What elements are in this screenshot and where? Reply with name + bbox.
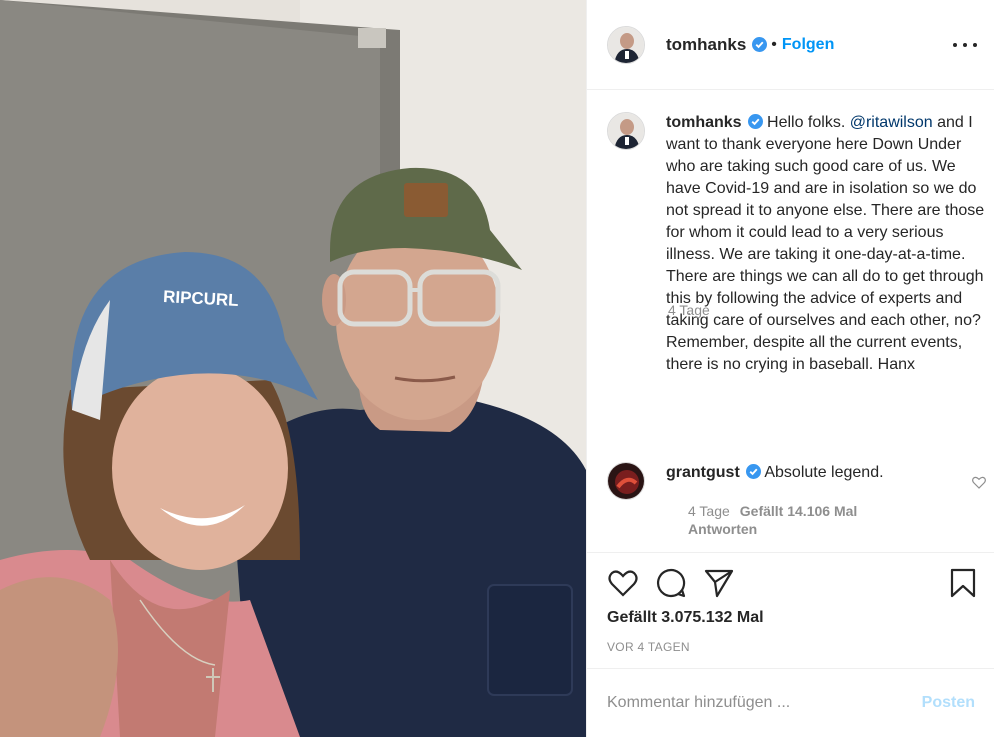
comment-text: grantgust Absolute legend. (666, 462, 884, 500)
comment-bubble-icon[interactable] (655, 567, 687, 599)
author-avatar[interactable] (607, 25, 645, 64)
caption-timestamp[interactable]: 4 Tage (668, 302, 710, 318)
comment-reply-button[interactable]: Antworten (688, 521, 757, 537)
verified-badge-icon (752, 37, 768, 52)
caption-body-rest: and I want to thank everyone here Down U… (666, 114, 985, 373)
commenter-username[interactable]: grantgust (666, 464, 740, 481)
follow-button[interactable]: Folgen (782, 36, 834, 54)
post-comment-button[interactable]: Posten (922, 694, 975, 712)
share-send-icon[interactable] (703, 567, 735, 599)
verified-badge-icon (747, 114, 763, 129)
comment-meta: 4 Tage Gefällt 14.106 Mal Antworten (688, 502, 857, 538)
like-heart-icon[interactable] (607, 567, 639, 599)
comment-item: grantgust Absolute legend. 4 Tage Gefällt… (607, 462, 987, 537)
add-comment-bar: Posten (587, 668, 994, 737)
post-actions: Gefällt 3.075.132 Mal VOR 4 TAGEN (587, 552, 994, 668)
comment-timestamp[interactable]: 4 Tage (688, 503, 730, 519)
caption-avatar[interactable] (607, 112, 645, 150)
separator-dot: • (771, 35, 777, 53)
post-likes-count[interactable]: Gefällt 3.075.132 Mal (607, 609, 764, 627)
author-username[interactable]: tomhanks (666, 35, 746, 55)
post-photo[interactable]: RIPCURL (0, 0, 586, 737)
caption-body-start: Hello folks. (762, 114, 850, 131)
comment-likes-count[interactable]: Gefällt 14.106 Mal (740, 503, 858, 519)
caption-text: tomhanks Hello folks. @ritawilson and I … (666, 112, 987, 376)
comment-input[interactable] (607, 694, 922, 712)
save-bookmark-icon[interactable] (947, 567, 979, 599)
caption-username[interactable]: tomhanks (666, 114, 742, 131)
post-header: tomhanks • Folgen (587, 0, 994, 90)
comment-body: Absolute legend. (760, 464, 884, 481)
post-caption: tomhanks Hello folks. @ritawilson and I … (607, 112, 987, 376)
post-side-panel: tomhanks • Folgen tomhanks Hello folks. … (586, 0, 994, 737)
comment-like-heart-icon[interactable] (971, 474, 987, 490)
post-time-ago[interactable]: VOR 4 TAGEN (607, 640, 690, 654)
cap-logo-text: RIPCURL (163, 287, 239, 310)
instagram-post-modal: RIPCURL tomhanks • Folgen tomhanks Hello… (0, 0, 994, 737)
more-options-icon[interactable] (953, 33, 977, 57)
verified-badge-icon (745, 464, 761, 479)
commenter-avatar[interactable] (607, 462, 645, 500)
caption-mention-link[interactable]: @ritawilson (850, 114, 933, 131)
